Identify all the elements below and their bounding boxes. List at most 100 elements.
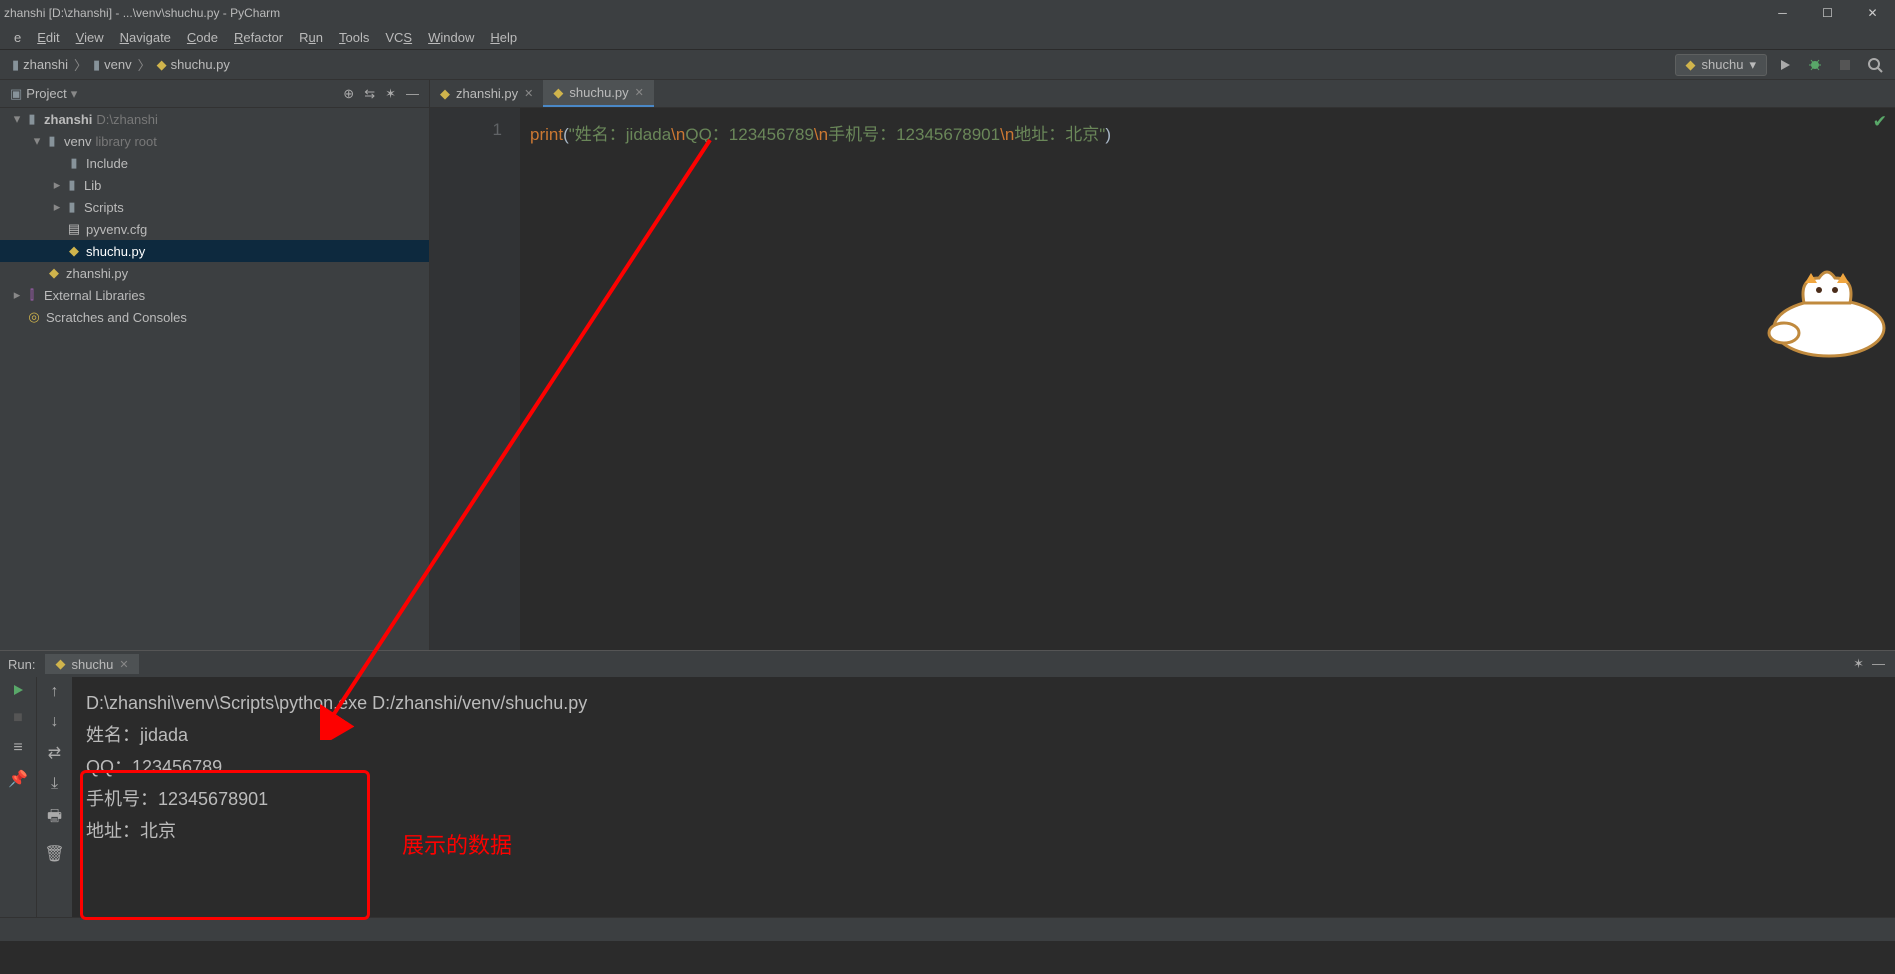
string-seg: 手机号：12345678901 xyxy=(828,125,1000,144)
tree-label: pyvenv.cfg xyxy=(86,222,147,237)
tree-node-scratches[interactable]: ◎ Scratches and Consoles xyxy=(0,306,429,328)
editor-tabs: ◆ zhanshi.py ✕ ◆ shuchu.py ✕ xyxy=(430,80,1895,108)
tab-zhanshi[interactable]: ◆ zhanshi.py ✕ xyxy=(430,80,543,107)
gear-icon[interactable]: ✶ xyxy=(1853,656,1864,672)
layout-icon[interactable]: ≡ xyxy=(13,739,22,757)
code-editor[interactable]: 1 print("姓名：jidada\nQQ：123456789\n手机号：12… xyxy=(430,108,1895,650)
stop-button[interactable] xyxy=(1833,53,1857,77)
menu-tools[interactable]: Tools xyxy=(331,30,377,45)
project-tree[interactable]: ▾ ▮ zhanshi D:\zhanshi ▾ ▮ venv library … xyxy=(0,108,429,650)
menu-file[interactable]: e xyxy=(6,30,29,45)
menu-run[interactable]: Run xyxy=(291,30,331,45)
python-icon: ◆ xyxy=(157,57,167,73)
inspection-ok-icon: ✔ xyxy=(1873,112,1887,132)
tree-node-zhanshi-py[interactable]: ◆ zhanshi.py xyxy=(0,262,429,284)
window-controls: ─ ☐ ✕ xyxy=(1760,0,1895,26)
close-icon[interactable]: ✕ xyxy=(119,658,128,671)
trash-icon[interactable]: 🗑 xyxy=(44,844,64,864)
tree-node-scripts[interactable]: ▸ ▮ Scripts xyxy=(0,196,429,218)
run-label: Run: xyxy=(8,657,35,672)
window-title: zhanshi [D:\zhanshi] - ...\venv\shuchu.p… xyxy=(4,6,280,20)
tree-label: Include xyxy=(86,156,128,171)
project-panel-header: ▣ Project ▾ ⊕ ⇆ ✶ — xyxy=(0,80,429,108)
chevron-down-icon[interactable]: ▾ xyxy=(30,133,44,149)
tab-shuchu[interactable]: ◆ shuchu.py ✕ xyxy=(543,80,653,107)
tree-node-venv[interactable]: ▾ ▮ venv library root xyxy=(0,130,429,152)
close-icon[interactable]: ✕ xyxy=(524,87,533,100)
stop-button[interactable]: ■ xyxy=(13,709,23,727)
up-icon[interactable]: ↑ xyxy=(51,683,59,701)
print-icon[interactable]: 🖶 xyxy=(47,805,62,832)
locate-icon[interactable]: ⊕ xyxy=(343,86,354,102)
tree-node-include[interactable]: ▮ Include xyxy=(0,152,429,174)
close-button[interactable]: ✕ xyxy=(1850,0,1895,26)
minimize-button[interactable]: ─ xyxy=(1760,0,1805,26)
tree-label: External Libraries xyxy=(44,288,145,303)
console-command: D:\zhanshi\venv\Scripts\python.exe D:/zh… xyxy=(86,687,1895,719)
down-icon[interactable]: ↓ xyxy=(51,713,59,731)
tree-label: zhanshi xyxy=(44,112,92,127)
tree-tag: library root xyxy=(95,134,156,149)
search-everywhere-button[interactable] xyxy=(1863,53,1887,77)
tree-label: Scratches and Consoles xyxy=(46,310,187,325)
scroll-icon[interactable]: ⤓ xyxy=(51,775,58,793)
tree-node-root[interactable]: ▾ ▮ zhanshi D:\zhanshi xyxy=(0,108,429,130)
breadcrumb-file[interactable]: ◆ shuchu.py xyxy=(153,57,234,73)
code-line-1[interactable]: print("姓名：jidada\nQQ：123456789\n手机号：1234… xyxy=(530,120,1895,145)
menu-navigate[interactable]: Navigate xyxy=(112,30,179,45)
library-icon: ⫿ xyxy=(24,287,40,303)
pin-icon[interactable]: 📌 xyxy=(8,769,28,789)
menu-window[interactable]: Window xyxy=(420,30,482,45)
rerun-button[interactable] xyxy=(11,683,25,697)
breadcrumb-root-label: zhanshi xyxy=(23,57,68,72)
expand-icon[interactable]: ⇆ xyxy=(364,86,375,102)
close-icon[interactable]: ✕ xyxy=(635,86,644,99)
project-icon: ▣ xyxy=(10,86,22,102)
menu-refactor[interactable]: Refactor xyxy=(226,30,291,45)
tree-node-pyvenv[interactable]: ▤ pyvenv.cfg xyxy=(0,218,429,240)
python-icon: ◆ xyxy=(66,243,82,259)
string-seg: 地址：北京" xyxy=(1014,125,1105,144)
run-button[interactable] xyxy=(1773,53,1797,77)
maximize-button[interactable]: ☐ xyxy=(1805,0,1850,26)
code-content[interactable]: print("姓名：jidada\nQQ：123456789\n手机号：1234… xyxy=(520,108,1895,650)
chevron-right-icon[interactable]: ▸ xyxy=(50,177,64,193)
line-gutter: 1 xyxy=(430,108,520,650)
python-icon: ◆ xyxy=(1686,57,1696,73)
menu-code[interactable]: Code xyxy=(179,30,226,45)
run-tab[interactable]: ◆ shuchu ✕ xyxy=(45,654,138,674)
run-config-selector[interactable]: ◆ shuchu ▾ xyxy=(1675,54,1767,76)
hide-icon[interactable]: — xyxy=(406,86,419,102)
tree-node-shuchu[interactable]: ◆ shuchu.py xyxy=(0,240,429,262)
debug-button[interactable] xyxy=(1803,53,1827,77)
gear-icon[interactable]: ✶ xyxy=(385,86,396,102)
menu-view[interactable]: View xyxy=(68,30,112,45)
navigation-bar: ▮ zhanshi 〉 ▮ venv 〉 ◆ shuchu.py ◆ shuch… xyxy=(0,50,1895,80)
tree-label: shuchu.py xyxy=(86,244,145,259)
annotation-text: 展示的数据 xyxy=(402,828,512,860)
tree-node-external-libs[interactable]: ▸ ⫿ External Libraries xyxy=(0,284,429,306)
hide-icon[interactable]: — xyxy=(1872,656,1885,672)
chevron-right-icon[interactable]: ▸ xyxy=(50,199,64,215)
folder-icon: ▮ xyxy=(64,177,80,193)
menu-help[interactable]: Help xyxy=(482,30,525,45)
chevron-down-icon[interactable]: ▾ xyxy=(71,86,78,102)
status-bar xyxy=(0,917,1895,941)
tree-node-lib[interactable]: ▸ ▮ Lib xyxy=(0,174,429,196)
chevron-right-icon[interactable]: ▸ xyxy=(10,287,24,303)
menu-edit[interactable]: Edit xyxy=(29,30,67,45)
breadcrumb-root[interactable]: ▮ zhanshi xyxy=(8,57,72,73)
wrap-icon[interactable]: ⇄ xyxy=(48,743,61,763)
folder-icon: ▮ xyxy=(24,111,40,127)
run-tab-label: shuchu xyxy=(71,657,113,672)
breadcrumb-file-label: shuchu.py xyxy=(171,57,230,72)
tree-path: D:\zhanshi xyxy=(96,112,157,127)
escape-seq: \n xyxy=(814,125,828,144)
python-icon: ◆ xyxy=(55,656,65,672)
line-number: 1 xyxy=(430,120,502,140)
folder-icon: ▮ xyxy=(44,133,60,149)
chevron-down-icon[interactable]: ▾ xyxy=(10,111,24,127)
menu-vcs[interactable]: VCS xyxy=(377,30,420,45)
annotation-box xyxy=(80,770,370,920)
breadcrumb-venv[interactable]: ▮ venv xyxy=(89,57,136,73)
